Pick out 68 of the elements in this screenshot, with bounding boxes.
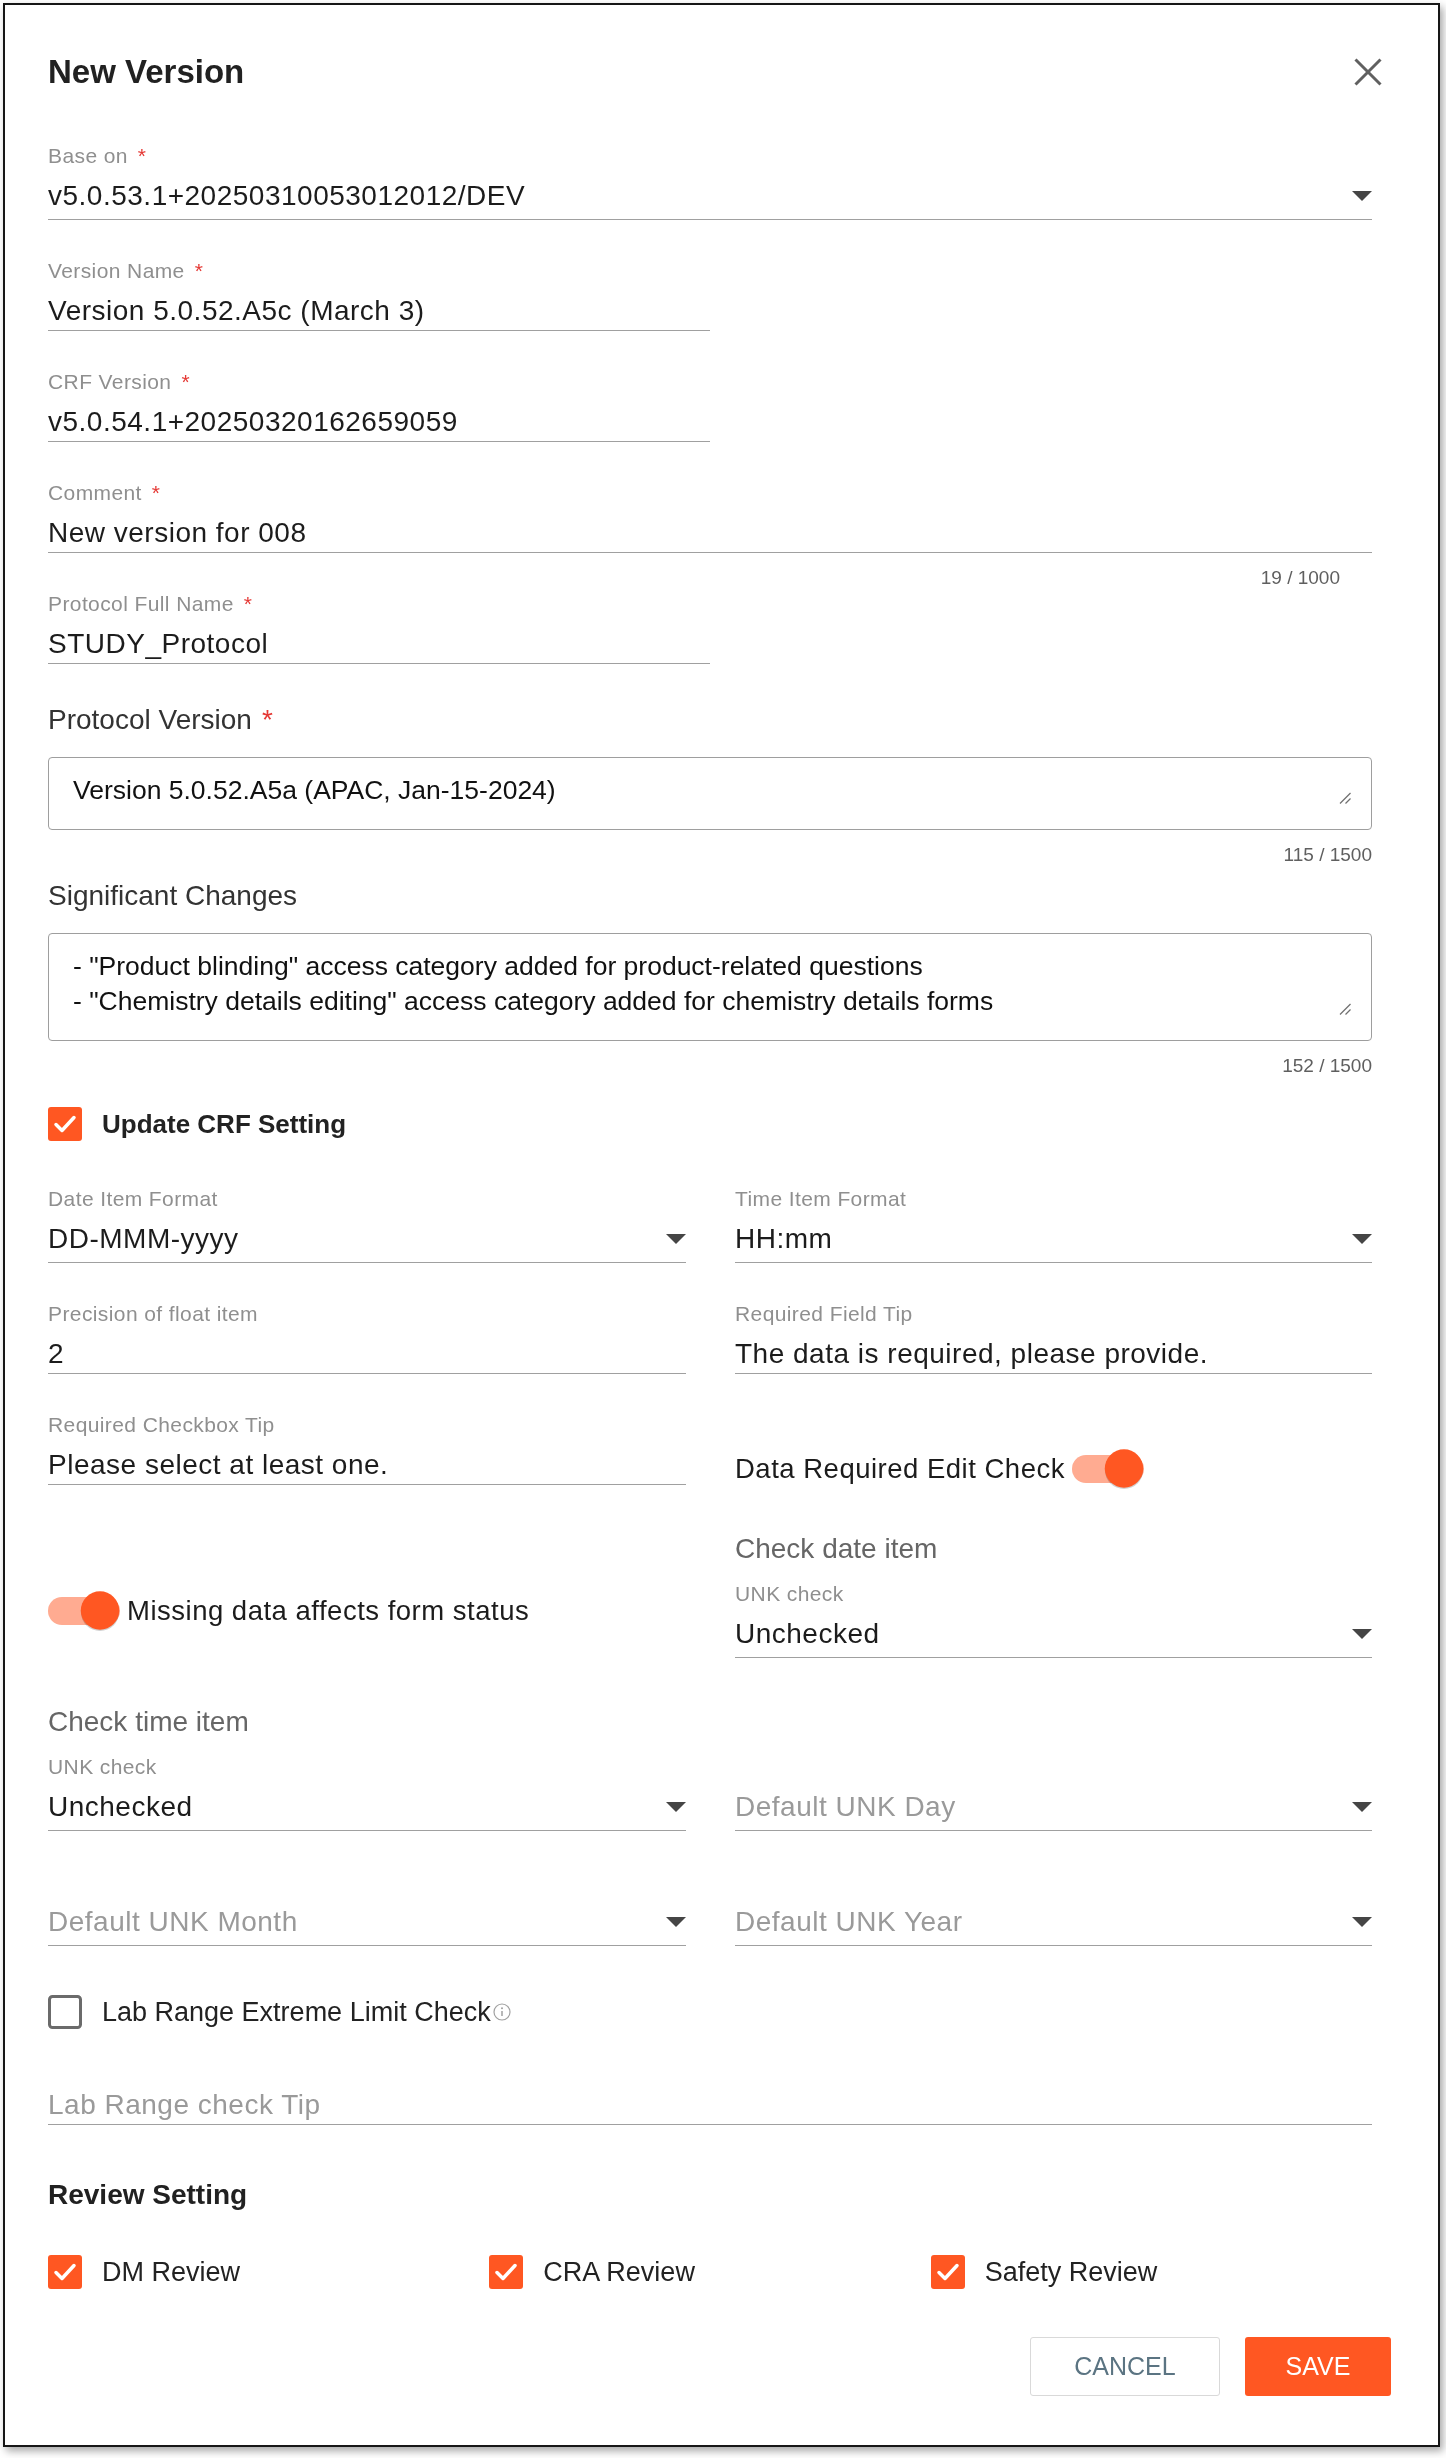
caret-down-icon [666, 1917, 686, 1927]
select-field[interactable]: Unchecked [48, 1790, 686, 1831]
field-label: UNK check [735, 1582, 844, 1606]
select-field[interactable]: v5.0.53.1+20250310053012012/DEV [48, 179, 1372, 220]
required-asterisk: * [194, 259, 204, 283]
character-counter: 152 / 1500 [1282, 1054, 1372, 1078]
field-label: Base on [48, 144, 128, 168]
field-label: Version Name [48, 259, 185, 283]
field-label: CRF Version [48, 370, 172, 394]
caret-down-icon [666, 1234, 686, 1244]
toggle-label: Data Required Edit Check [735, 1451, 1065, 1486]
section-heading: Check date item [735, 1532, 939, 1566]
text-field[interactable]: The data is required, please provide. [735, 1337, 1372, 1374]
required-asterisk: * [137, 144, 147, 168]
caret-down-icon [1352, 1629, 1372, 1639]
field-label: Significant Changes [48, 879, 298, 913]
text-field[interactable]: Please select at least one. [48, 1448, 686, 1485]
info-icon[interactable] [492, 2003, 511, 2021]
text-area[interactable]: - "Product blinding" access category added for product-related questions - "Chemistry details editing" access category added for chemistry details forms [48, 933, 1372, 1041]
resize-grip-icon[interactable] [1339, 1003, 1351, 1015]
text-field[interactable]: 2 [48, 1337, 686, 1374]
field-label: Precision of float item [48, 1302, 258, 1326]
field-label: Time Item Format [735, 1187, 907, 1211]
text-field[interactable]: Version 5.0.52.A5c (March 3) [48, 294, 710, 331]
dialog-title: New Version [48, 52, 245, 92]
caret-down-icon [666, 1802, 686, 1812]
select-field[interactable]: HH:mm [735, 1222, 1372, 1263]
field-label: Date Item Format [48, 1187, 218, 1211]
field-label: UNK check [48, 1755, 157, 1779]
section-heading: Check time item [48, 1705, 250, 1739]
required-asterisk: * [261, 703, 273, 737]
cancel-button[interactable]: CANCEL [1030, 2337, 1220, 2396]
toggle-label: Missing data affects form status [127, 1593, 530, 1628]
checkbox[interactable] [930, 2255, 965, 2289]
resize-grip-icon[interactable] [1339, 792, 1351, 804]
required-asterisk: * [151, 481, 161, 505]
caret-down-icon [1352, 1802, 1372, 1812]
text-field[interactable]: v5.0.54.1+20250320162659059 [48, 405, 710, 442]
required-asterisk: * [181, 370, 191, 394]
caret-down-icon [1352, 1917, 1372, 1927]
toggle-switch[interactable] [48, 1590, 120, 1631]
character-counter: 115 / 1500 [1283, 843, 1372, 867]
caret-down-icon [1352, 191, 1372, 201]
toggle-switch[interactable] [1071, 1448, 1144, 1489]
checkbox[interactable] [48, 2255, 82, 2289]
field-label: Protocol Full Name [48, 592, 234, 616]
checkbox-label: Update CRF Setting [102, 1108, 347, 1141]
section-heading: Review Setting [48, 2178, 249, 2212]
text-field[interactable]: New version for 008 [48, 516, 1372, 553]
character-counter: 19 / 1000 [1260, 566, 1340, 590]
text-area[interactable]: Version 5.0.52.A5a (APAC, Jan-15-2024) [48, 757, 1372, 830]
close-icon[interactable] [1354, 58, 1382, 86]
checkbox-label: Lab Range Extreme Limit Check [102, 1996, 491, 2029]
field-label: Required Field Tip [735, 1302, 913, 1326]
field-label: Required Checkbox Tip [48, 1413, 275, 1437]
required-asterisk: * [243, 592, 253, 616]
checkbox[interactable] [48, 1107, 82, 1141]
text-field[interactable]: STUDY_Protocol [48, 627, 710, 664]
select-field[interactable]: DD-MMM-yyyy [48, 1222, 686, 1263]
checkbox[interactable] [489, 2255, 524, 2289]
checkbox-label: DM Review [102, 2256, 241, 2289]
caret-down-icon [1352, 1234, 1372, 1244]
checkbox[interactable] [48, 1995, 82, 2029]
select-field[interactable]: Unchecked [735, 1617, 1372, 1658]
checkbox-label: Safety Review [984, 2256, 1158, 2289]
checkbox-label: CRA Review [543, 2256, 695, 2289]
field-label: Protocol Version [48, 703, 252, 737]
field-label: Comment [48, 481, 142, 505]
